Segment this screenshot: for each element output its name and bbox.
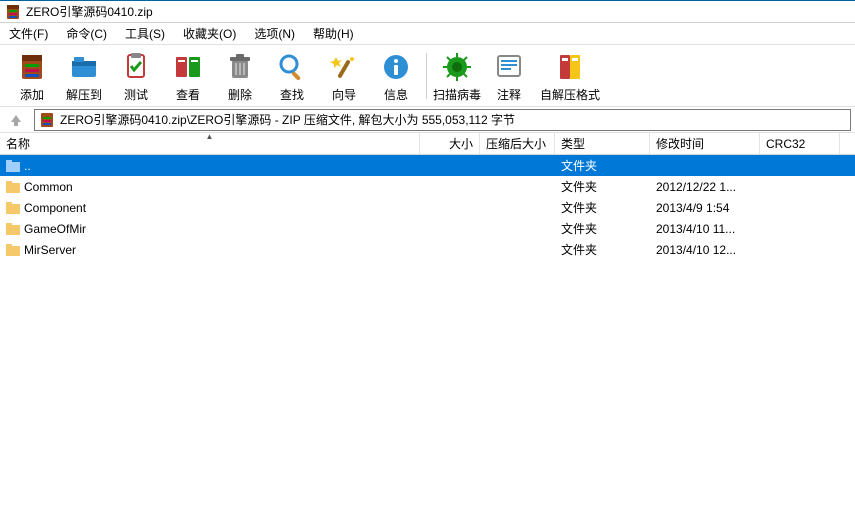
cell-type: 文件夹 xyxy=(555,157,650,174)
menu-file[interactable]: 文件(F) xyxy=(0,23,57,44)
add-label: 添加 xyxy=(20,86,44,103)
file-name: .. xyxy=(24,159,31,173)
col-mtime[interactable]: 修改时间 xyxy=(650,133,760,154)
add-button[interactable]: 添加 xyxy=(6,49,58,105)
window-title: ZERO引擎源码0410.zip xyxy=(26,3,153,20)
find-icon xyxy=(276,51,308,83)
comment-button[interactable]: 注释 xyxy=(483,49,535,105)
info-button[interactable]: 信息 xyxy=(370,49,422,105)
col-csize[interactable]: 压缩后大小 xyxy=(480,133,555,154)
toolbar-separator xyxy=(426,53,427,99)
path-field[interactable]: ZERO引擎源码0410.zip\ZERO引擎源码 - ZIP 压缩文件, 解包… xyxy=(34,109,851,131)
cell-type: 文件夹 xyxy=(555,178,650,195)
table-row[interactable]: .. 文件夹 xyxy=(0,155,855,176)
up-button[interactable] xyxy=(4,110,28,130)
folder-icon xyxy=(6,181,20,193)
menu-help[interactable]: 帮助(H) xyxy=(304,23,363,44)
virus-button[interactable]: 扫描病毒 xyxy=(431,49,483,105)
folder-icon xyxy=(6,244,20,256)
test-button[interactable]: 测试 xyxy=(110,49,162,105)
cell-name: Common xyxy=(0,180,420,194)
test-icon xyxy=(120,51,152,83)
delete-icon xyxy=(224,51,256,83)
col-name-label: 名称 xyxy=(6,135,30,152)
col-size[interactable]: 大小 xyxy=(420,133,480,154)
virus-icon xyxy=(441,51,473,83)
info-icon xyxy=(380,51,412,83)
wizard-icon xyxy=(328,51,360,83)
comment-label: 注释 xyxy=(497,86,521,103)
file-name: Common xyxy=(24,180,73,194)
find-label: 查找 xyxy=(280,86,304,103)
view-label: 查看 xyxy=(176,86,200,103)
column-header-row: ▲ 名称 大小 压缩后大小 类型 修改时间 CRC32 xyxy=(0,133,855,155)
find-button[interactable]: 查找 xyxy=(266,49,318,105)
cell-mtime: 2013/4/10 11... xyxy=(650,222,760,236)
archive-icon xyxy=(39,112,55,128)
path-row: ZERO引擎源码0410.zip\ZERO引擎源码 - ZIP 压缩文件, 解包… xyxy=(0,107,855,133)
menu-tools[interactable]: 工具(S) xyxy=(116,23,174,44)
cell-mtime: 2012/12/22 1... xyxy=(650,180,760,194)
sort-indicator-icon: ▲ xyxy=(206,132,214,141)
delete-button[interactable]: 删除 xyxy=(214,49,266,105)
test-label: 测试 xyxy=(124,86,148,103)
cell-name: .. xyxy=(0,159,420,173)
table-row[interactable]: Component 文件夹2013/4/9 1:54 xyxy=(0,197,855,218)
cell-type: 文件夹 xyxy=(555,199,650,216)
menu-cmd[interactable]: 命令(C) xyxy=(57,23,116,44)
cell-name: Component xyxy=(0,201,420,215)
cell-mtime: 2013/4/9 1:54 xyxy=(650,201,760,215)
cell-name: MirServer xyxy=(0,243,420,257)
sfx-icon xyxy=(554,51,586,83)
path-text: ZERO引擎源码0410.zip\ZERO引擎源码 - ZIP 压缩文件, 解包… xyxy=(60,111,515,128)
titlebar: ZERO引擎源码0410.zip xyxy=(0,1,855,23)
folder-icon xyxy=(6,223,20,235)
file-name: Component xyxy=(24,201,86,215)
cell-type: 文件夹 xyxy=(555,220,650,237)
toolbar: 添加 解压到 测试 xyxy=(0,45,855,107)
table-row[interactable]: MirServer 文件夹2013/4/10 12... xyxy=(0,239,855,260)
info-label: 信息 xyxy=(384,86,408,103)
menubar: 文件(F) 命令(C) 工具(S) 收藏夹(O) 选项(N) 帮助(H) xyxy=(0,23,855,45)
cell-name: GameOfMir xyxy=(0,222,420,236)
col-type[interactable]: 类型 xyxy=(555,133,650,154)
view-button[interactable]: 查看 xyxy=(162,49,214,105)
view-icon xyxy=(172,51,204,83)
cell-mtime: 2013/4/10 12... xyxy=(650,243,760,257)
menu-fav[interactable]: 收藏夹(O) xyxy=(174,23,245,44)
delete-label: 删除 xyxy=(228,86,252,103)
app-icon xyxy=(5,4,21,20)
cell-type: 文件夹 xyxy=(555,241,650,258)
menu-opt[interactable]: 选项(N) xyxy=(245,23,304,44)
table-row[interactable]: Common 文件夹2012/12/22 1... xyxy=(0,176,855,197)
extract-button[interactable]: 解压到 xyxy=(58,49,110,105)
extract-icon xyxy=(68,51,100,83)
folder-icon xyxy=(6,202,20,214)
extract-label: 解压到 xyxy=(66,86,102,103)
wizard-button[interactable]: 向导 xyxy=(318,49,370,105)
add-icon xyxy=(16,51,48,83)
wizard-label: 向导 xyxy=(332,86,356,103)
col-name[interactable]: ▲ 名称 xyxy=(0,133,420,154)
sfx-button[interactable]: 自解压格式 xyxy=(535,49,605,105)
virus-label: 扫描病毒 xyxy=(433,86,481,103)
comment-icon xyxy=(493,51,525,83)
table-row[interactable]: GameOfMir 文件夹2013/4/10 11... xyxy=(0,218,855,239)
col-crc[interactable]: CRC32 xyxy=(760,133,840,154)
up-folder-icon xyxy=(6,160,20,172)
sfx-label: 自解压格式 xyxy=(540,86,600,103)
file-list[interactable]: ..文件夹Common文件夹2012/12/22 1...Component文件… xyxy=(0,155,855,529)
file-name: GameOfMir xyxy=(24,222,86,236)
file-name: MirServer xyxy=(24,243,76,257)
